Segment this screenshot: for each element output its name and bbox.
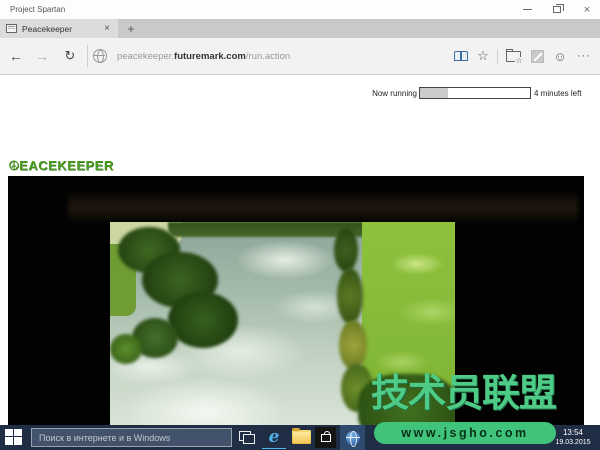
windows-logo-icon — [5, 429, 13, 436]
start-button[interactable] — [5, 429, 23, 446]
windows-logo-icon — [14, 429, 22, 436]
refresh-icon[interactable]: ↻ — [60, 48, 80, 64]
watermark-url: www.jsgho.com — [401, 426, 529, 440]
file-explorer-icon[interactable] — [292, 427, 311, 444]
progress-label: Now running — [372, 89, 417, 98]
clock-time: 13:54 — [562, 428, 584, 437]
windows-logo-icon — [14, 437, 22, 445]
feedback-smiley-icon[interactable]: ☺ — [551, 47, 569, 65]
trees-right — [334, 228, 358, 272]
url-text[interactable]: peacekeeper.futuremark.com/run.action — [117, 51, 290, 62]
canvas-faint-band — [68, 189, 578, 222]
internet-explorer-icon[interactable]: e — [263, 426, 285, 448]
store-icon[interactable] — [315, 427, 336, 448]
watermark-url-pill: www.jsgho.com — [374, 422, 556, 444]
divider — [87, 45, 88, 67]
close-button[interactable]: × — [576, 0, 598, 19]
hub-star-glyph: ☆ — [515, 55, 523, 65]
tab-label: Peacekeeper — [22, 23, 73, 34]
peacekeeper-logo: ☮EACEKEEPER — [8, 158, 114, 174]
window-title: Project Spartan — [10, 5, 66, 14]
watermark-title: 技术员联盟 — [371, 373, 557, 415]
site-globe-icon — [93, 49, 107, 63]
progress-bar — [419, 87, 531, 99]
tab-peacekeeper[interactable]: Peacekeeper × — [0, 19, 118, 38]
taskbar-search-input[interactable] — [31, 428, 232, 447]
maximize-button[interactable] — [546, 0, 568, 19]
page-icon — [6, 24, 17, 33]
add-favorite-icon[interactable]: ☆ — [474, 47, 492, 65]
title-bar: Project Spartan × — [0, 0, 600, 19]
url-path: /run.action — [245, 51, 291, 62]
web-note-icon — [528, 47, 546, 65]
back-icon[interactable]: ← — [6, 48, 26, 64]
time-remaining: 4 minutes left — [534, 89, 582, 98]
minimize-icon — [522, 9, 532, 10]
tab-bar: Peacekeeper × + — [0, 19, 600, 38]
divider — [497, 49, 498, 64]
restore-icon — [553, 4, 564, 13]
ie-running-indicator — [262, 447, 286, 449]
spartan-globe-icon — [345, 430, 360, 447]
address-bar: ← → ↻ peacekeeper.futuremark.com/run.act… — [0, 38, 600, 75]
reading-view-icon[interactable] — [452, 47, 470, 65]
windows-logo-icon — [5, 437, 13, 445]
more-menu-icon[interactable]: ··· — [575, 47, 593, 65]
open-book-glyph — [454, 51, 468, 61]
url-domain: futuremark.com — [174, 51, 246, 62]
window-rect — [243, 434, 255, 444]
logo-text: EACEKEEPER — [19, 158, 114, 173]
minimize-button[interactable] — [516, 0, 538, 19]
task-view-icon[interactable] — [239, 431, 257, 445]
bush-left — [110, 334, 142, 364]
hub-folder-glyph: ☆ — [505, 48, 523, 65]
forward-icon: → — [35, 48, 49, 64]
pen-glyph — [530, 49, 544, 63]
tab-close-icon[interactable]: × — [102, 23, 112, 34]
spartan-taskbar-button[interactable] — [340, 425, 365, 450]
url-subdomain: peacekeeper. — [117, 51, 175, 62]
shopping-bag-glyph — [320, 430, 331, 442]
trees-left — [168, 292, 238, 348]
progress-fill — [420, 88, 448, 98]
willows-right — [339, 320, 367, 370]
trees-right — [337, 268, 363, 324]
hub-icon[interactable]: ☆ — [504, 47, 523, 65]
clock-date: 19.03.2015 — [555, 439, 591, 446]
new-tab-button[interactable]: + — [118, 19, 144, 38]
